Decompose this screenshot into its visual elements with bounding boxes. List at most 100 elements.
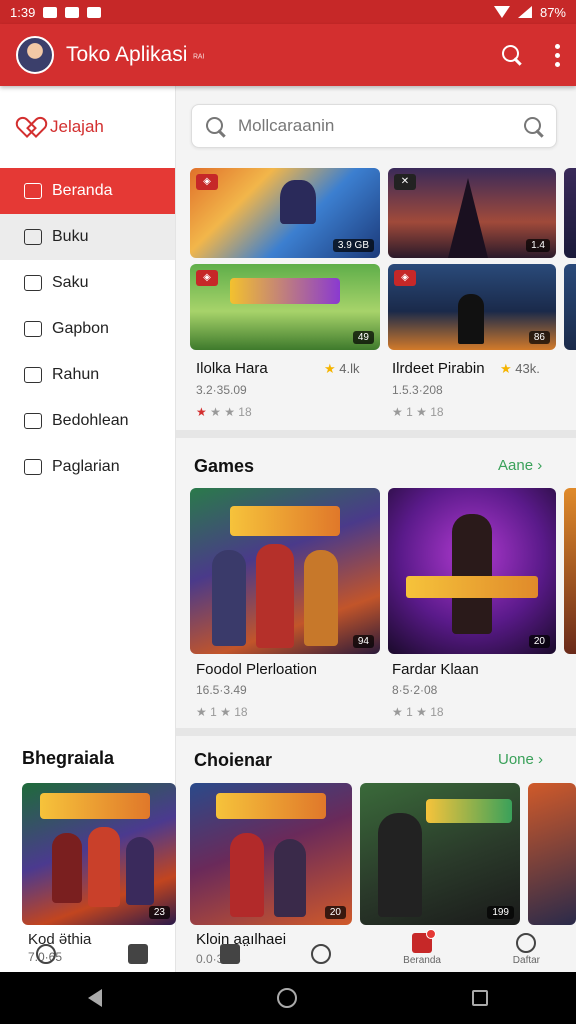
bag-icon [127,944,148,964]
status-time: 1:39 [10,4,36,20]
star-icon: ★ [196,405,207,419]
sidebar-section-title: Bhegraiala [22,748,115,768]
app-thumbnail[interactable]: ✕ 1.4 [388,168,556,258]
game-stars: ★ 1 ★ 18 [392,705,444,719]
sidebar-item-label: Paglarian [52,458,120,475]
sidebar-brand-label: Jelajah [50,117,104,136]
nav-label: Beranda [403,955,441,966]
wallet-icon [24,275,42,291]
game-thumbnail-partial[interactable] [564,488,576,654]
nav-profile[interactable]: Daftar [513,933,540,966]
size-label: 1.4 [526,239,550,252]
sidebar-item-bedohlean[interactable]: Bedohlean [0,398,175,444]
bottom-navigation: Beranda Daftar [0,924,576,972]
badge-icon: ◈ [196,174,218,190]
main-content: Mollcaraanin ◈ 3.9 GB ✕ 1.4 ◈ 49 ◈ 86 Il… [176,86,576,972]
app-stars-text: ★ ★ 18 [210,405,252,419]
section-divider [176,430,576,438]
sidebar-brand[interactable]: Jelajah [0,86,175,168]
size-label: 49 [352,331,374,344]
sidebar-item-buku[interactable]: Buku [0,214,175,260]
search-icon[interactable] [500,43,524,67]
character-figure [88,827,120,907]
search-placeholder: Mollcaraanin [238,116,335,135]
game-thumbnail[interactable]: 20 [388,488,556,654]
sidebar-item-label: Bedohlean [52,412,129,429]
badge-icon: ◈ [394,270,416,286]
hero-figure [280,180,316,224]
size-label: 199 [487,906,514,919]
game-name[interactable]: Fardar Klaan [392,661,479,678]
game-thumbnail-partial[interactable] [528,783,576,925]
app-bar: Toko Aplikasi ᴿᴬᴵ [0,24,576,86]
mail-icon [43,6,58,18]
games-link-label: Aane [498,457,534,474]
chevron-right-icon: › [537,457,543,474]
character-figure [256,544,294,648]
game-thumbnail[interactable]: 20 [190,783,352,925]
chosen-link-label: Uone [498,751,534,768]
sidebar-item-beranda[interactable]: Beranda [0,168,175,214]
app-name[interactable]: Ilolka Hara [196,360,268,377]
app-thumbnail-partial[interactable] [564,168,576,258]
app-rating-value: 4.lk [339,361,360,376]
game-stars: ★ 1 ★ 18 [196,705,248,719]
app-stars: ★ ★ ★ 18 [196,405,252,419]
game-name[interactable]: Foodol Plerloation [196,661,317,678]
nav-notifications[interactable]: Beranda [403,929,441,966]
sidebar-item-paglarian[interactable]: Paglarian [0,444,175,490]
size-label: 86 [528,331,550,344]
sidebar-item-label: Gapbon [52,320,109,337]
square-icon [24,413,42,429]
section-title-games: Games [194,456,255,476]
app-title-text: Toko Aplikasi [66,43,188,66]
app-stars: ★ 1 ★ 18 [392,405,444,419]
app-title-badge: ᴿᴬᴵ [193,53,205,64]
edit-icon [24,459,42,475]
sidebar-item-gapbon[interactable]: Gapbon [0,306,175,352]
castle-figure [448,178,488,258]
search-icon [204,115,226,137]
app-thumbnail-partial[interactable] [564,264,576,350]
system-back-icon[interactable] [87,989,102,1007]
app-thumbnail[interactable]: ◈ 49 [190,264,380,350]
star-icon: ★ [500,361,512,376]
character-figure [126,837,154,905]
app-meta: 1.5.3·208 [392,383,443,397]
nav-back[interactable] [35,944,56,966]
app-meta: 3.2·35.09 [196,383,247,397]
game-thumbnail[interactable]: 94 [190,488,380,654]
game-meta: 8·5·2·08 [392,683,438,697]
back-icon [35,944,56,964]
search-submit-icon[interactable] [522,115,544,137]
chosen-see-all-link[interactable]: Uone › [498,751,543,768]
app-name[interactable]: Ilrdeet Pirabin [392,360,485,377]
nav-download[interactable] [219,944,240,966]
system-home-icon[interactable] [276,988,297,1008]
sidebar: Jelajah Beranda Buku Saku Gapbon Rahun B… [0,86,176,972]
nav-search[interactable] [311,944,332,966]
size-label: 20 [528,635,550,648]
game-thumbnail[interactable]: 199 [360,783,520,925]
more-options-icon[interactable] [554,43,560,67]
system-recents-icon[interactable] [472,990,489,1006]
profile-icon [516,933,537,953]
games-see-all-link[interactable]: Aane › [498,457,542,474]
sidebar-item-label: Buku [52,228,89,245]
sidebar-item-rahun[interactable]: Rahun [0,352,175,398]
sidebar-item-label: Beranda [52,182,113,199]
app-thumbnail[interactable]: ◈ 3.9 GB [190,168,380,258]
sidebar-item-saku[interactable]: Saku [0,260,175,306]
signal-icon [517,6,532,18]
featured-card-image[interactable]: 23 [22,783,176,925]
system-navigation-bar [0,972,576,1024]
avatar[interactable] [16,36,54,74]
nav-label: Daftar [512,955,541,966]
search-input[interactable]: Mollcaraanin [191,104,557,148]
app-thumbnail[interactable]: ◈ 86 [388,264,556,350]
character-figure [452,514,492,634]
game-logo [230,278,340,304]
book-icon [24,229,42,245]
nav-shop[interactable] [127,944,148,966]
character-figure [52,833,82,903]
